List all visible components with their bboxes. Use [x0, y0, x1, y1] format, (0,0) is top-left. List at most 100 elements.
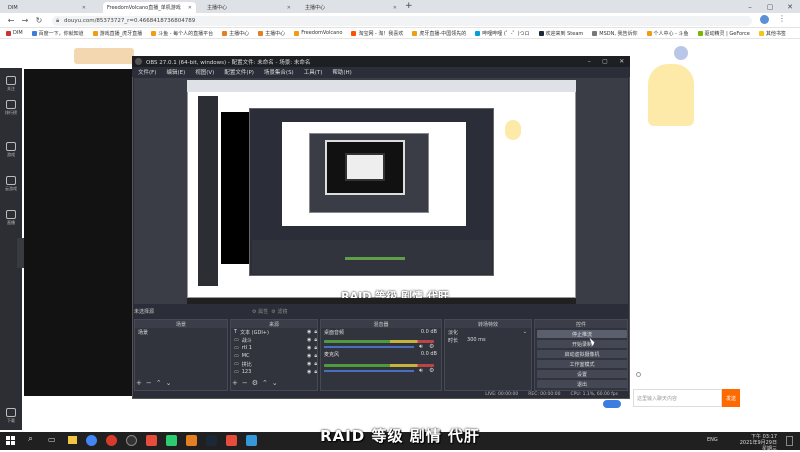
bookmark-item[interactable]: 其他书签 [758, 30, 786, 37]
source-item[interactable]: T 文本 (GDI+) ◉ 🔒︎ [231, 328, 317, 336]
video-player[interactable] [24, 69, 136, 396]
close-icon[interactable]: ✕ [393, 5, 397, 11]
nav-item-cloud-games[interactable]: 云游戏 [0, 176, 22, 192]
source-item[interactable]: ▭ 战斗 ◉ 🔒︎ [231, 336, 317, 344]
menu-icon[interactable]: ⋮ [778, 14, 786, 23]
toggle-button[interactable] [603, 400, 621, 408]
emoji-icon[interactable] [636, 372, 641, 377]
tab-anchor-center-2[interactable]: 主播中心 ✕ [301, 2, 401, 13]
app-icon[interactable] [166, 435, 177, 446]
app-icon[interactable] [146, 435, 157, 446]
eye-icon[interactable]: ◉ [307, 353, 311, 359]
stop-streaming-button[interactable]: 停止推流 [537, 330, 627, 338]
menu-scene-collection[interactable]: 场景集合(S) [264, 68, 294, 76]
clock[interactable]: 下午 03:17 2021年9月29日 星期三 [735, 434, 777, 452]
scene-item[interactable]: 场景 [135, 328, 227, 336]
lock-icon[interactable]: 🔒︎ [314, 329, 317, 335]
new-tab-icon[interactable]: + [405, 1, 413, 11]
search-icon[interactable]: ⌕ [28, 434, 33, 444]
nav-item-ranking[interactable]: 排行榜 [0, 100, 22, 116]
nav-item-download[interactable]: 下载 [0, 408, 22, 424]
chat-input[interactable]: 这里输入聊天内容 [633, 389, 722, 407]
app-icon[interactable] [226, 435, 237, 446]
bookmark-item[interactable]: 驱动精灵 | GeForce [697, 30, 750, 37]
exit-button[interactable]: 退出 [537, 380, 627, 388]
bookmark-item[interactable]: 游戏直播_虎牙直播 [92, 30, 142, 37]
desktop-volume-slider[interactable] [324, 346, 414, 348]
window-close-icon[interactable]: ✕ [619, 58, 624, 65]
menu-help[interactable]: 帮助(H) [332, 68, 351, 76]
move-down-icon[interactable]: ⌄ [272, 379, 278, 387]
menu-file[interactable]: 文件(F) [138, 68, 156, 76]
bookmark-item[interactable]: 虎牙直播-中国领先的 [412, 30, 466, 37]
eye-icon[interactable]: ◉ [307, 329, 311, 335]
bookmark-item[interactable]: 主播中心 [222, 30, 249, 37]
bookmark-item[interactable]: DIM [6, 30, 23, 36]
chrome-icon[interactable] [86, 435, 97, 446]
transition-type-select[interactable]: 淡化 ⌄ [445, 328, 531, 336]
add-icon[interactable]: + [136, 379, 142, 387]
eye-icon[interactable]: ◉ [307, 361, 311, 367]
gear-icon[interactable]: ⚙ [429, 343, 434, 350]
maximize-icon[interactable]: ▢ [602, 58, 608, 65]
remove-icon[interactable]: − [242, 379, 248, 387]
tab-douyu[interactable]: FreedomVolcano直播_单机游戏 ✕ [103, 2, 196, 13]
mic-volume-slider[interactable] [324, 370, 414, 372]
steam-icon[interactable] [206, 435, 217, 446]
lock-icon[interactable]: 🔒︎ [314, 369, 317, 375]
app-icon[interactable] [246, 435, 257, 446]
gear-icon[interactable]: ⚙ [429, 367, 434, 374]
reload-icon[interactable]: ↻ [34, 14, 44, 26]
eye-icon[interactable]: ◉ [307, 369, 311, 375]
move-up-icon[interactable]: ⌃ [262, 379, 268, 387]
windows-start-icon[interactable] [6, 436, 15, 445]
move-down-icon[interactable]: ⌄ [166, 379, 172, 387]
bookmark-item[interactable]: 百度一下，你就知道 [31, 30, 84, 37]
bookmark-item[interactable]: 斗鱼 - 每个人的直播平台 [151, 30, 213, 37]
nav-item-games[interactable]: 游戏 [0, 142, 22, 158]
source-item[interactable]: ▭ 123 ◉ 🔒︎ [231, 368, 317, 376]
close-icon[interactable]: ✕ [82, 5, 86, 11]
lock-icon[interactable]: 🔒︎ [314, 337, 317, 343]
start-virtual-camera-button[interactable]: 启动虚拟摄像机 [537, 350, 627, 358]
eye-icon[interactable]: ◉ [307, 345, 311, 351]
nav-collapse-handle[interactable] [17, 238, 24, 268]
menu-edit[interactable]: 编辑(E) [166, 68, 185, 76]
window-close-icon[interactable]: ✕ [780, 0, 800, 13]
source-item[interactable]: ▭ MC ◉ 🔒︎ [231, 352, 317, 360]
bookmark-item[interactable]: 主播中心 [258, 30, 285, 37]
obs-icon[interactable] [126, 435, 137, 446]
url-input[interactable]: douyu.com/85373727_r=0.4668418736804789 [52, 16, 752, 26]
bookmark-item[interactable]: 个人中心 - 斗鱼 [646, 30, 689, 37]
source-item[interactable]: ▭ rtl 1 ◉ 🔒︎ [231, 344, 317, 352]
start-recording-button[interactable]: 开始录制 [537, 340, 627, 348]
speaker-icon[interactable]: 🔊︎ [419, 343, 423, 351]
bookmark-item[interactable]: 淘宝网 - 淘！我喜欢 [351, 30, 403, 37]
settings-button[interactable]: 设置 [537, 370, 627, 378]
remove-icon[interactable]: − [146, 379, 152, 387]
minimize-icon[interactable]: – [588, 58, 591, 65]
notification-icon[interactable] [786, 436, 793, 446]
maximize-icon[interactable]: ▢ [760, 0, 780, 13]
lock-icon[interactable]: 🔒︎ [314, 361, 317, 367]
menu-view[interactable]: 视图(V) [195, 68, 214, 76]
studio-mode-button[interactable]: 工作室模式 [537, 360, 627, 368]
close-icon[interactable]: ✕ [287, 5, 291, 11]
lock-icon[interactable]: 🔒︎ [314, 353, 317, 359]
tab-anchor-center-1[interactable]: 主播中心 ✕ [203, 2, 295, 13]
transition-duration[interactable]: 时长 300 ms [445, 336, 531, 344]
bookmark-item[interactable]: 哔哩哔哩 (゜-゜)つロ [475, 30, 530, 37]
app-icon[interactable] [106, 435, 117, 446]
lock-icon[interactable]: 🔒︎ [314, 345, 317, 351]
eye-icon[interactable]: ◉ [307, 337, 311, 343]
profile-avatar[interactable] [760, 15, 769, 24]
nav-item-live[interactable]: 直播 [0, 210, 22, 226]
speaker-icon[interactable]: 🔊︎ [419, 367, 423, 375]
menu-tools[interactable]: 工具(T) [304, 68, 323, 76]
close-icon[interactable]: ✕ [188, 5, 192, 11]
move-up-icon[interactable]: ⌃ [156, 379, 162, 387]
menu-profile[interactable]: 配置文件(P) [224, 68, 254, 76]
bookmark-item[interactable]: MSDN, 我告诉你 [592, 30, 638, 37]
language-indicator[interactable]: ENG [707, 437, 718, 443]
add-icon[interactable]: + [232, 379, 238, 387]
